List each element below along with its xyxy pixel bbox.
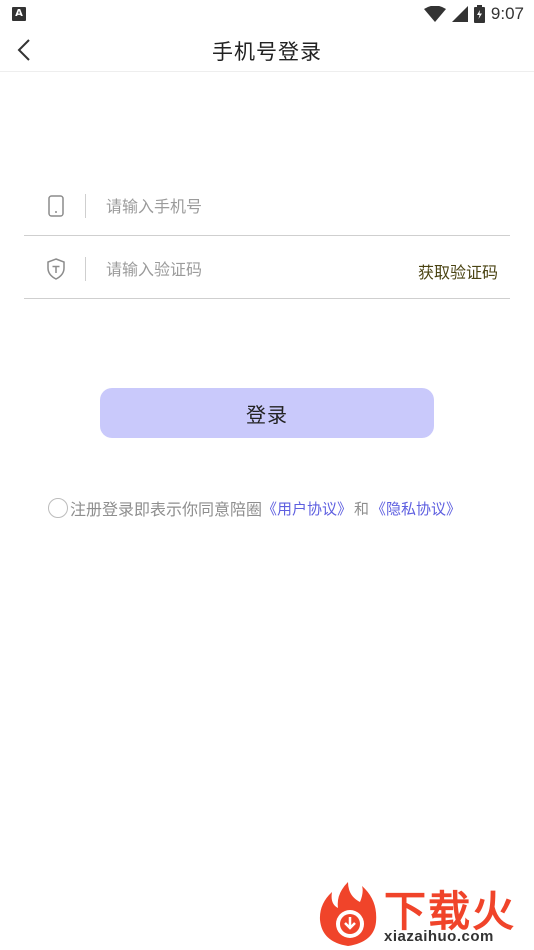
status-bar: A 9:07 xyxy=(0,0,534,28)
privacy-agreement-link[interactable]: 《隐私协议》 xyxy=(371,498,461,519)
watermark: 下载火 xiazaihuo.com xyxy=(314,880,530,948)
page-title: 手机号登录 xyxy=(212,40,322,64)
code-row: 获取验证码 xyxy=(24,239,510,299)
agreement: 注册登录即表示你同意陪圈 《用户协议》 和 《隐私协议》 xyxy=(48,496,518,520)
battery-icon xyxy=(473,5,485,23)
notification-icon: A xyxy=(12,7,26,21)
signal-icon xyxy=(451,6,468,22)
phone-input[interactable] xyxy=(106,190,486,222)
status-icons: 9:07 xyxy=(423,3,524,25)
agreement-text: 注册登录即表示你同意陪圈 xyxy=(70,500,263,519)
shield-icon xyxy=(47,258,65,280)
get-code-button[interactable]: 获取验证码 xyxy=(418,259,498,283)
phone-row xyxy=(24,176,510,236)
code-input[interactable] xyxy=(106,253,386,285)
divider xyxy=(85,194,86,218)
watermark-url: xiazaihuo.com xyxy=(384,928,494,945)
agreement-checkbox[interactable] xyxy=(48,498,68,518)
phone-icon xyxy=(48,195,64,217)
agreement-and: 和 xyxy=(354,499,370,518)
divider xyxy=(85,257,86,281)
top-app-bar: 手机号登录 xyxy=(0,28,534,72)
clock: 9:07 xyxy=(490,4,524,23)
login-button[interactable]: 登录 xyxy=(100,388,434,438)
flame-logo-icon xyxy=(319,882,377,946)
user-agreement-link[interactable]: 《用户协议》 xyxy=(262,498,352,519)
wifi-icon xyxy=(423,6,446,22)
